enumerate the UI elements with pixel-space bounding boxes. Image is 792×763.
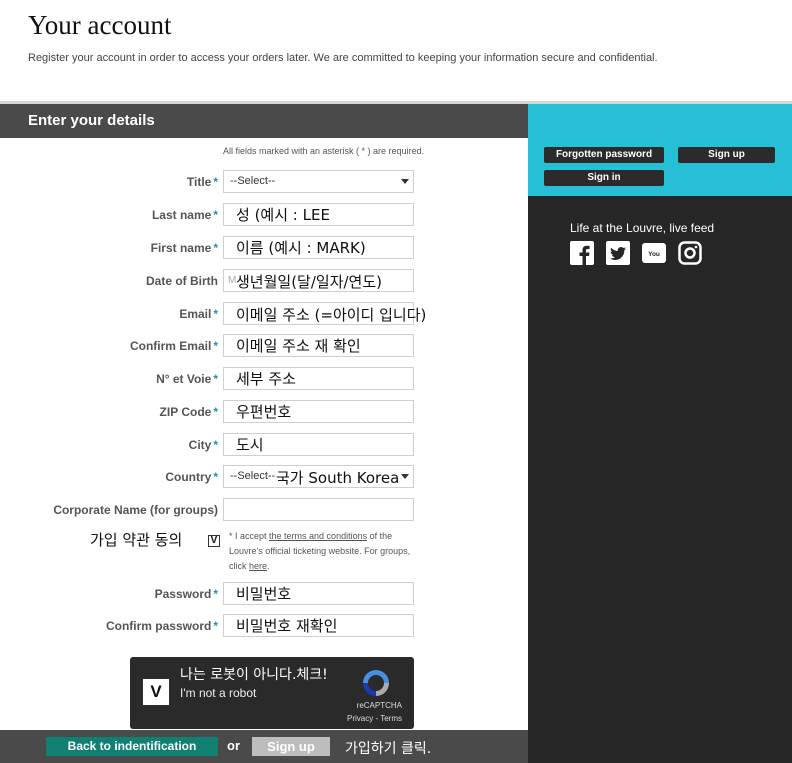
registration-form: All fields marked with an asterisk ( * )…	[0, 138, 528, 730]
zip-input[interactable]	[224, 401, 413, 422]
page-title: Your account	[28, 10, 172, 40]
corporate-field[interactable]	[223, 498, 414, 521]
recaptcha-widget: V 나는 로봇이 아니다.체크! I'm not a robot reCAPTC…	[130, 657, 414, 729]
confirm-email-label: Confirm Email *	[129, 339, 218, 353]
svg-text:You: You	[648, 251, 660, 258]
section-header: Enter your details	[0, 104, 528, 138]
city-field[interactable]	[223, 433, 414, 456]
last-name-field[interactable]	[223, 203, 414, 226]
terms-link[interactable]: the terms and conditions	[269, 531, 367, 541]
password-input[interactable]	[224, 583, 413, 604]
country-label: Country *	[165, 470, 218, 484]
signup-button[interactable]: Sign up	[252, 737, 330, 756]
street-field[interactable]	[223, 367, 414, 390]
title-select-value: --Select--	[230, 175, 276, 187]
recaptcha-label: I'm not a robot	[180, 686, 257, 700]
recaptcha-note: 나는 로봇이 아니다.체크!	[180, 667, 328, 683]
email-value: 이메일 주소 (=아이디 입니다)	[236, 306, 427, 324]
recaptcha-brand: reCAPTCHA	[356, 701, 402, 710]
first-name-input[interactable]	[224, 237, 413, 258]
youtube-icon[interactable]: You	[642, 241, 666, 265]
forgotten-password-button[interactable]: Forgotten password	[544, 147, 664, 163]
back-button[interactable]: Back to indentification	[46, 737, 218, 756]
title-label: Title *	[186, 175, 218, 189]
confirm-password-field[interactable]	[223, 614, 414, 637]
dob-label: Date of Birth	[146, 274, 218, 288]
chevron-down-icon	[401, 179, 409, 184]
facebook-icon[interactable]	[570, 241, 594, 265]
city-input[interactable]	[224, 434, 413, 455]
dob-field[interactable]: M 생년월일(달/일자/연도)	[223, 269, 414, 292]
corporate-input[interactable]	[224, 499, 413, 520]
email-field[interactable]: 이메일 주소 (=아이디 입니다)	[223, 302, 426, 325]
street-input[interactable]	[224, 368, 413, 389]
page-intro: Register your account in order to access…	[28, 52, 658, 64]
groups-here-link[interactable]: here	[249, 561, 267, 571]
country-select-value: --Select--	[230, 470, 276, 482]
twitter-icon[interactable]	[606, 241, 630, 265]
first-name-field[interactable]	[223, 236, 414, 259]
terms-text: * I accept the terms and conditions of t…	[229, 531, 411, 571]
first-name-label: First name *	[150, 241, 218, 255]
country-note: 국가 South Korea	[276, 469, 400, 487]
required-note: All fields marked with an asterisk ( * )…	[223, 146, 425, 156]
feed-title: Life at the Louvre, live feed	[570, 221, 715, 235]
account-links-panel: Forgotten password Sign up Sign in	[528, 104, 792, 196]
confirm-password-label: Confirm password *	[105, 619, 218, 633]
title-select[interactable]: --Select--	[223, 170, 414, 193]
last-name-label: Last name *	[151, 208, 218, 222]
or-separator: or	[227, 738, 240, 753]
password-label: Password *	[154, 587, 218, 601]
password-field[interactable]	[223, 582, 414, 605]
social-feed-panel: Life at the Louvre, live feed You	[528, 196, 792, 763]
country-select[interactable]: --Select-- 국가 South Korea	[223, 465, 414, 488]
terms-checkbox[interactable]: V	[208, 535, 220, 547]
confirm-email-input[interactable]	[224, 335, 413, 356]
zip-field[interactable]	[223, 400, 414, 423]
recaptcha-links[interactable]: Privacy - Terms	[347, 714, 402, 723]
corporate-label: Corporate Name (for groups)	[53, 503, 218, 517]
signin-button[interactable]: Sign in	[544, 170, 664, 186]
dob-value: 생년월일(달/일자/연도)	[236, 273, 383, 291]
signup-note: 가입하기 클릭.	[345, 741, 432, 757]
form-actions: Back to indentification or Sign up 가입하기 …	[0, 730, 528, 763]
zip-label: ZIP Code *	[159, 405, 218, 419]
city-label: City *	[188, 438, 218, 452]
chevron-down-icon	[401, 474, 409, 479]
street-label: N° et Voie *	[156, 372, 218, 386]
instagram-icon[interactable]	[678, 241, 702, 265]
sidebar-signup-button[interactable]: Sign up	[678, 147, 775, 163]
recaptcha-checkbox[interactable]: V	[143, 679, 169, 705]
last-name-input[interactable]	[224, 204, 413, 225]
confirm-email-field[interactable]	[223, 334, 414, 357]
email-label: Email *	[179, 307, 218, 321]
confirm-password-input[interactable]	[224, 615, 413, 636]
recaptcha-icon	[363, 670, 389, 696]
terms-annotation: 가입 약관 동의	[90, 531, 183, 549]
